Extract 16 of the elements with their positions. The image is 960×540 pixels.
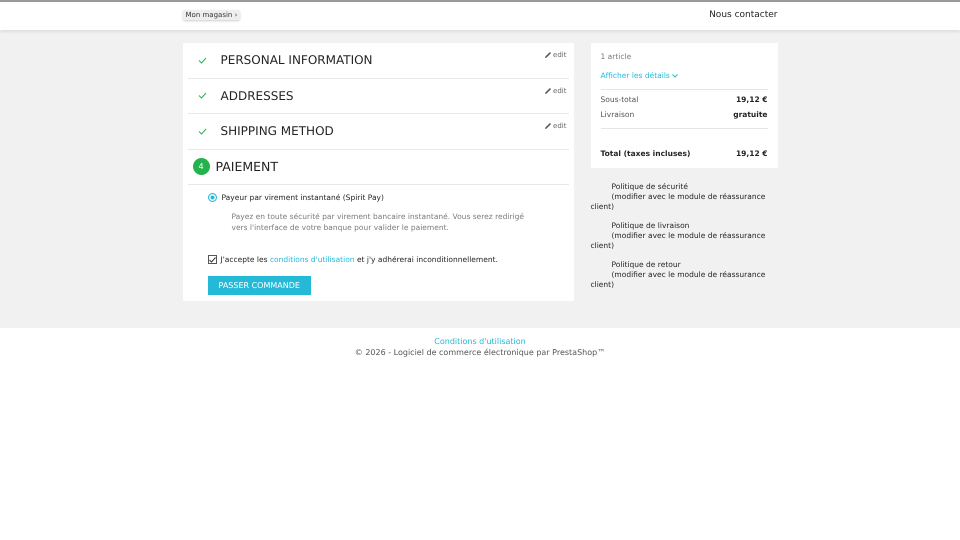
check-icon <box>198 92 206 100</box>
step-title[interactable]: PERSONAL INFORMATION <box>220 53 373 68</box>
step-title: PAIEMENT <box>216 159 278 174</box>
pencil-icon <box>545 123 552 129</box>
step-number: 4 <box>192 158 210 176</box>
radio-button[interactable] <box>208 193 216 202</box>
contact-link[interactable]: Nous contacter <box>709 10 778 20</box>
check-icon <box>198 56 206 64</box>
chevron-icon <box>672 74 678 78</box>
pencil-icon <box>545 52 552 58</box>
copyright-text: © 2026 - Logiciel de commerce électronique par PrestaShop™ <box>354 347 606 358</box>
check-icon <box>198 128 206 135</box>
step-title[interactable]: SHIPPING METHOD <box>220 124 334 138</box>
checkbox[interactable] <box>208 255 216 264</box>
pencil-icon <box>545 88 552 94</box>
step-title[interactable]: ADDRESSES <box>220 88 294 103</box>
